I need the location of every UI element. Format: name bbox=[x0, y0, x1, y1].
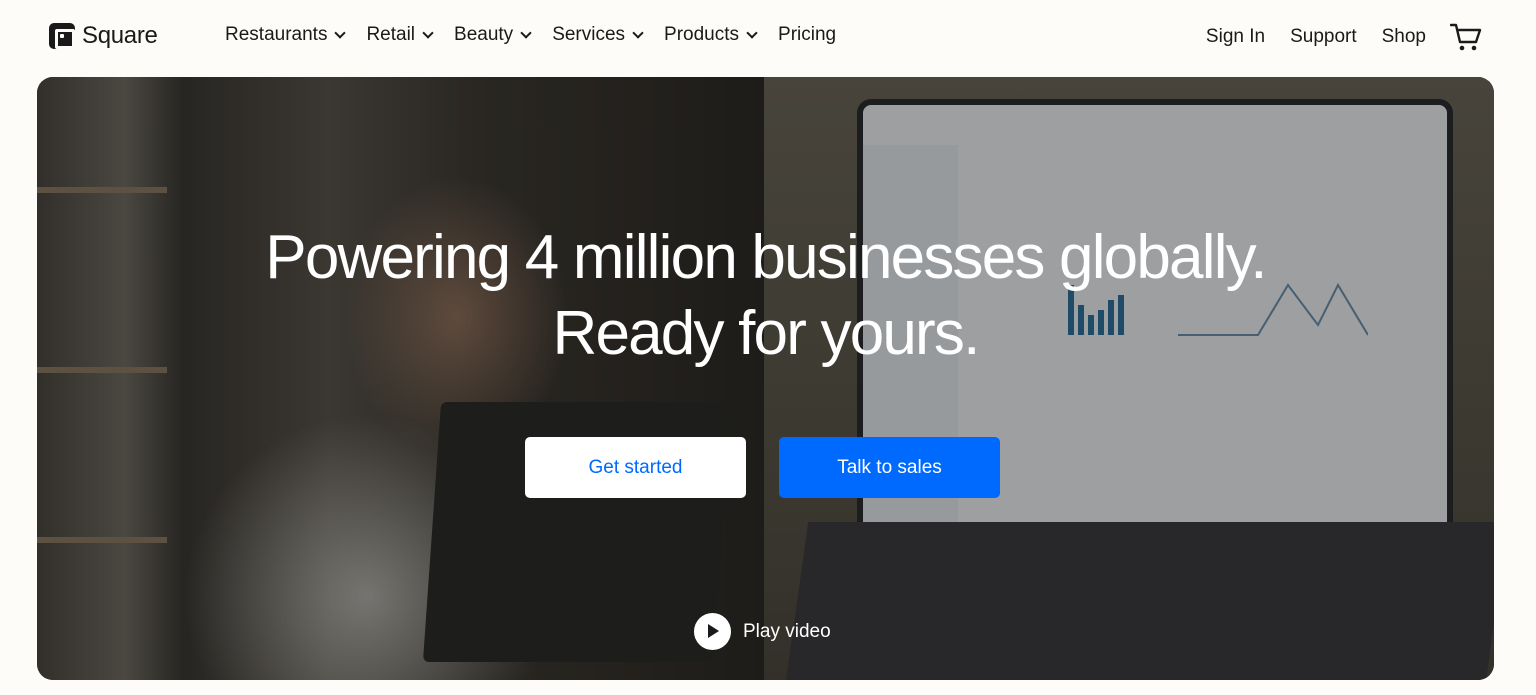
talk-to-sales-button[interactable]: Talk to sales bbox=[779, 437, 1000, 498]
nav-item-label: Retail bbox=[366, 24, 416, 45]
main-nav: Restaurants Retail Beauty Services Produ… bbox=[225, 24, 858, 46]
nav-item-pricing[interactable]: Pricing bbox=[778, 24, 836, 46]
cart-icon[interactable] bbox=[1450, 22, 1482, 52]
get-started-button[interactable]: Get started bbox=[525, 437, 746, 498]
play-video-label: Play video bbox=[743, 620, 831, 642]
brand-name: Square bbox=[82, 22, 158, 49]
shop-link[interactable]: Shop bbox=[1382, 26, 1426, 48]
chevron-down-icon bbox=[334, 27, 347, 39]
hero-overlay bbox=[37, 77, 1494, 680]
chevron-down-icon bbox=[520, 27, 532, 39]
nav-item-label: Services bbox=[552, 24, 626, 45]
nav-item-label: Products bbox=[664, 24, 740, 45]
square-logo[interactable]: Square bbox=[49, 22, 158, 50]
hero-section: Powering 4 million businesses globally. … bbox=[37, 77, 1494, 680]
sign-in-link[interactable]: Sign In bbox=[1206, 26, 1265, 48]
play-video-button[interactable]: Play video bbox=[694, 613, 831, 650]
nav-item-label: Restaurants bbox=[225, 24, 328, 45]
nav-item-label: Beauty bbox=[454, 24, 514, 45]
nav-item-products[interactable]: Products bbox=[664, 24, 758, 46]
nav-item-services[interactable]: Services bbox=[552, 24, 644, 46]
square-logo-icon bbox=[49, 23, 75, 49]
chevron-down-icon bbox=[632, 27, 644, 39]
play-icon bbox=[694, 613, 731, 650]
support-link[interactable]: Support bbox=[1290, 26, 1357, 48]
nav-item-beauty[interactable]: Beauty bbox=[454, 24, 532, 46]
nav-item-restaurants[interactable]: Restaurants bbox=[225, 24, 347, 46]
site-header: Square Restaurants Retail Beauty Service… bbox=[0, 0, 1536, 74]
nav-item-retail[interactable]: Retail bbox=[366, 24, 434, 46]
chevron-down-icon bbox=[422, 27, 434, 39]
chevron-down-icon bbox=[746, 27, 758, 39]
utility-nav: Sign In Support Shop bbox=[1181, 22, 1482, 52]
hero-headline: Powering 4 million businesses globally. bbox=[265, 223, 1267, 292]
hero-subheadline: Ready for yours. bbox=[552, 299, 980, 368]
nav-item-label: Pricing bbox=[778, 24, 837, 45]
